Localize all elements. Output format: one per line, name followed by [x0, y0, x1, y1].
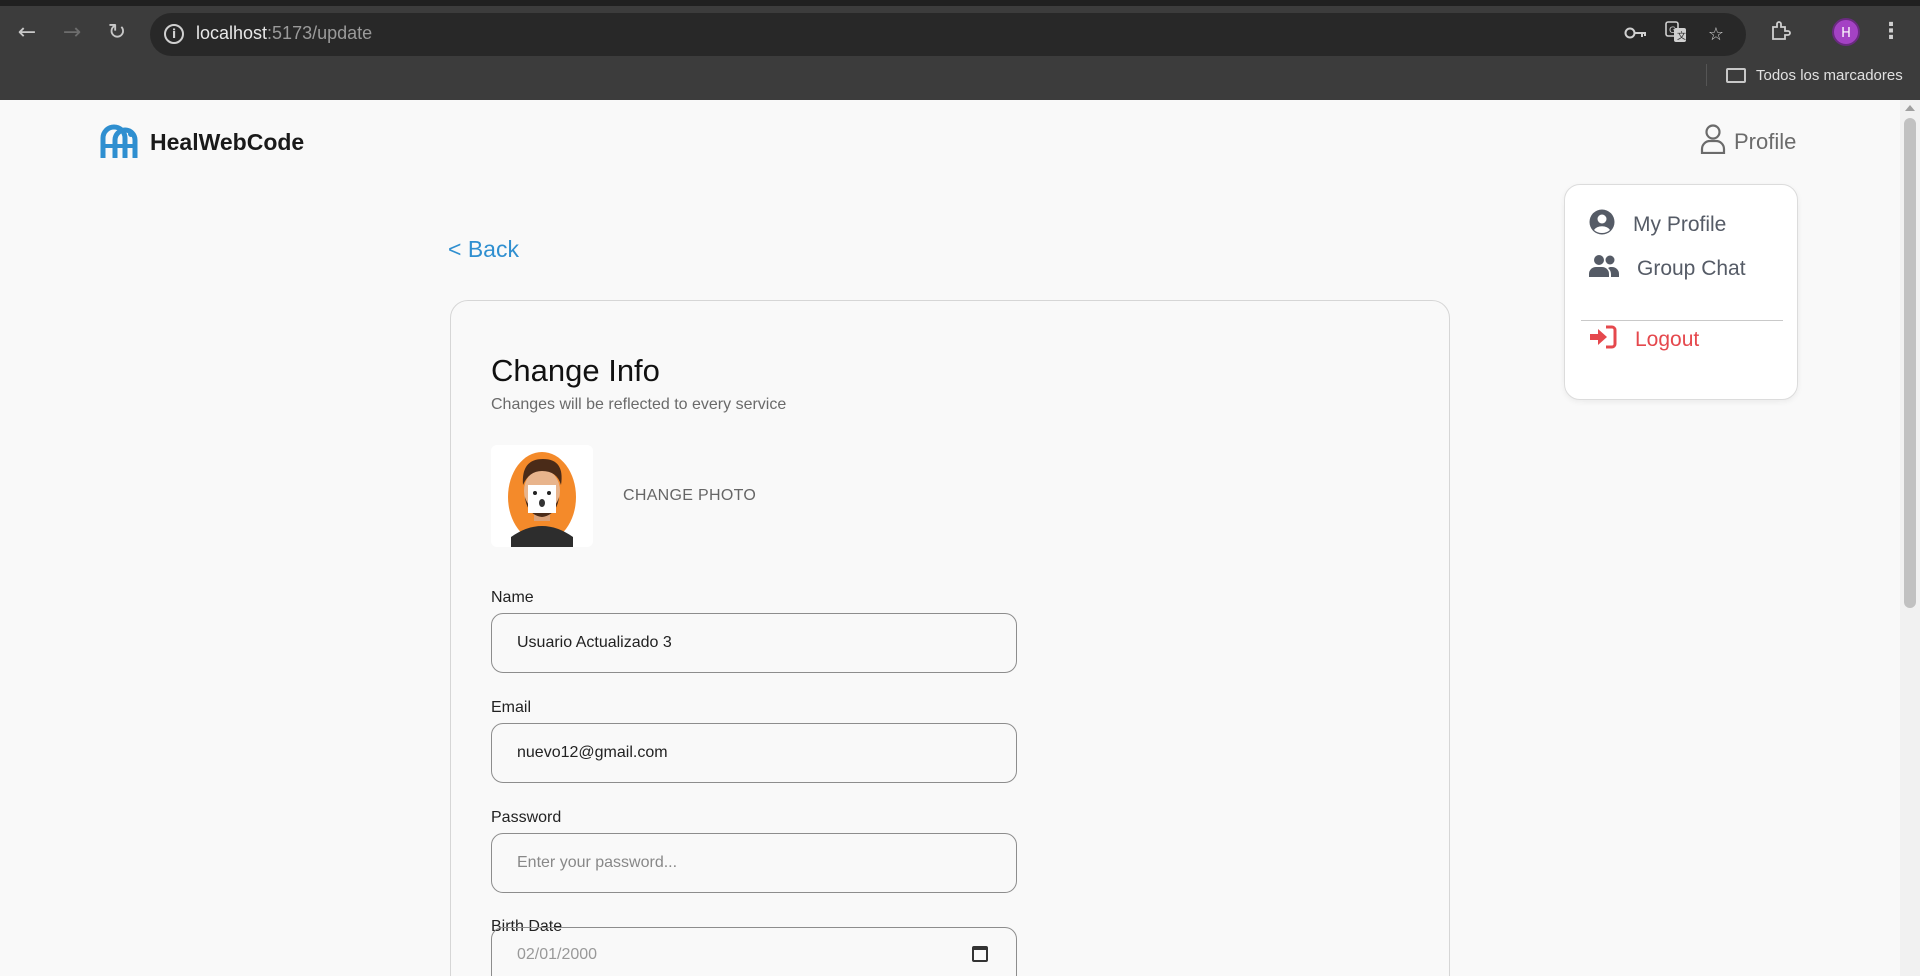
folder-icon	[1726, 67, 1746, 83]
dropdown-item-my-profile[interactable]: My Profile	[1589, 209, 1726, 241]
profile-label: Profile	[1734, 129, 1797, 154]
browser-toolbar: ← → ↻ i localhost:5173/update G文 ☆ H ⋮	[0, 6, 1920, 56]
page-viewport: HealWebCode Profile My Profile Group Cha…	[0, 100, 1900, 976]
profile-dropdown: My Profile Group Chat Logout	[1564, 184, 1798, 400]
healwebcode-logo-icon	[100, 124, 140, 160]
page-subtitle: Changes will be reflected to every servi…	[491, 396, 787, 413]
page-scrollbar[interactable]	[1900, 100, 1920, 976]
change-photo-button[interactable]: CHANGE PHOTO	[623, 487, 756, 505]
address-bar[interactable]: i localhost:5173/update G文 ☆	[150, 13, 1746, 56]
scrollbar-thumb[interactable]	[1904, 118, 1916, 608]
name-label: Name	[491, 589, 534, 606]
bookmark-folder-label: Todos los marcadores	[1756, 66, 1903, 84]
profile-menu-trigger[interactable]: Profile	[1700, 124, 1796, 160]
url-text: localhost:5173/update	[196, 23, 372, 44]
site-info-icon[interactable]: i	[164, 24, 184, 44]
back-link[interactable]: < Back	[448, 236, 519, 263]
users-icon	[1589, 254, 1619, 284]
dropdown-item-logout[interactable]: Logout	[1589, 325, 1699, 355]
brand-name: HealWebCode	[150, 128, 305, 155]
svg-text:文: 文	[1677, 30, 1686, 42]
dropdown-item-label: Group Chat	[1637, 257, 1746, 280]
user-circle-icon	[1589, 209, 1615, 241]
bookmark-star-icon[interactable]: ☆	[1702, 21, 1730, 49]
logout-icon	[1589, 325, 1617, 355]
birth-date-field[interactable]: 02/01/2000	[491, 927, 1017, 976]
password-label: Password	[491, 809, 562, 826]
user-outline-icon	[1700, 124, 1726, 160]
profile-photo	[491, 445, 593, 547]
logout-label: Logout	[1635, 328, 1700, 351]
bookmarks-bar: Todos los marcadores	[0, 56, 1920, 100]
email-label: Email	[491, 699, 532, 716]
change-info-card: Change Info Changes will be reflected to…	[450, 300, 1450, 976]
forward-arrow-icon[interactable]: →	[55, 16, 89, 50]
bookmark-folder-all[interactable]: Todos los marcadores	[1726, 64, 1903, 86]
browser-chrome: ← → ↻ i localhost:5173/update G文 ☆ H ⋮ T…	[0, 0, 1920, 100]
password-key-icon[interactable]	[1622, 21, 1650, 49]
url-host: localhost	[196, 23, 268, 43]
extensions-icon[interactable]	[1766, 20, 1794, 48]
birth-date-value: 02/01/2000	[517, 946, 598, 963]
browser-menu-icon[interactable]: ⋮	[1880, 18, 1902, 46]
scroll-up-arrow-icon[interactable]	[1905, 105, 1915, 111]
dropdown-item-label: My Profile	[1633, 213, 1727, 236]
bookmarks-separator	[1706, 64, 1707, 86]
browser-profile-avatar[interactable]: H	[1832, 18, 1860, 46]
dropdown-item-group-chat[interactable]: Group Chat	[1589, 254, 1746, 284]
svg-text:G: G	[1669, 26, 1676, 36]
dropdown-divider	[1581, 320, 1783, 321]
reload-icon[interactable]: ↻	[100, 16, 134, 50]
name-field[interactable]	[491, 613, 1017, 673]
translate-icon[interactable]: G文	[1662, 21, 1690, 49]
calendar-icon[interactable]	[972, 946, 988, 962]
email-field[interactable]	[491, 723, 1017, 783]
url-path: :5173/update	[267, 23, 373, 43]
back-arrow-icon[interactable]: ←	[10, 16, 44, 50]
page-title: Change Info	[491, 353, 660, 388]
brand[interactable]: HealWebCode	[100, 124, 304, 160]
password-field[interactable]	[491, 833, 1017, 893]
